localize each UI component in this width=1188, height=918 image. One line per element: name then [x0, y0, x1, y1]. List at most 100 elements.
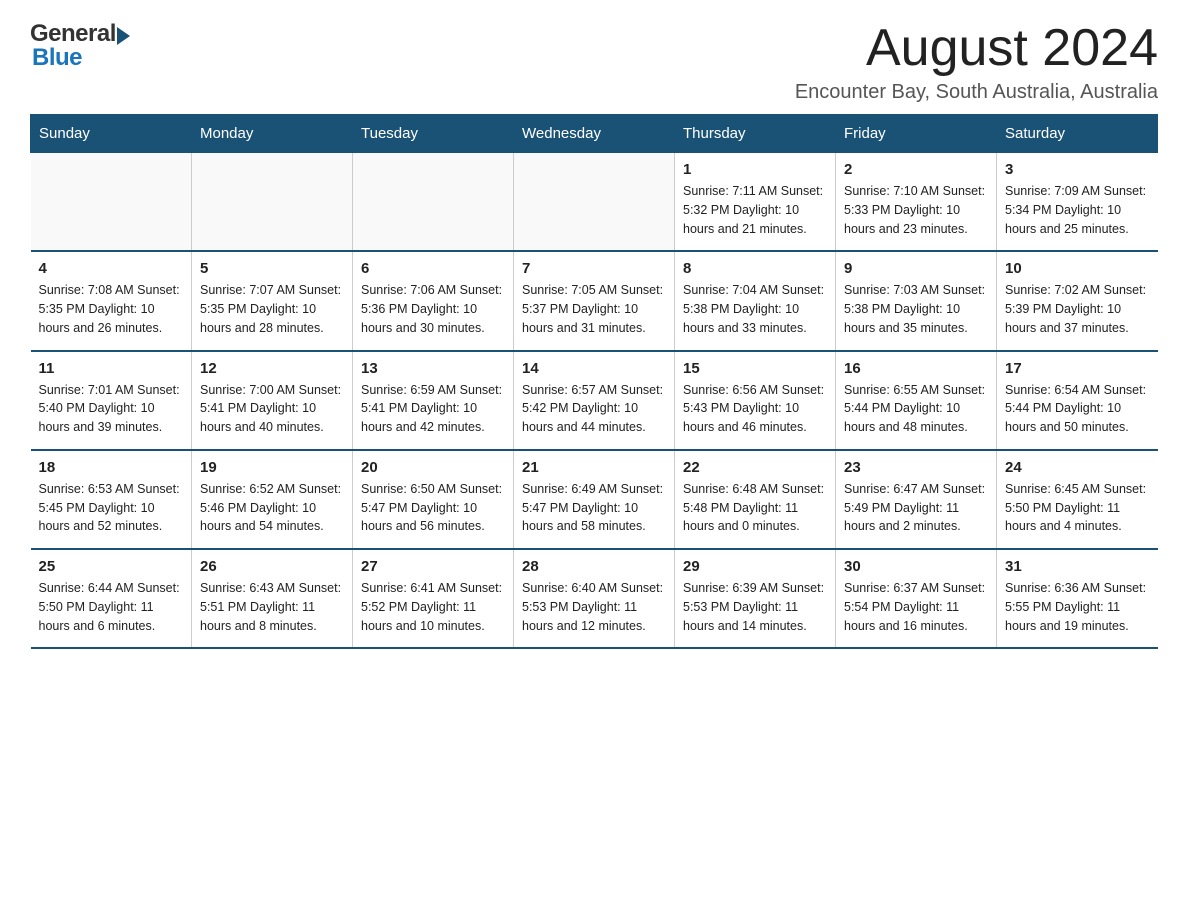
col-header-saturday: Saturday — [997, 115, 1158, 153]
day-number: 29 — [683, 558, 827, 575]
col-header-wednesday: Wednesday — [514, 115, 675, 153]
day-number: 21 — [522, 459, 666, 476]
day-number: 15 — [683, 360, 827, 377]
calendar-cell: 1Sunrise: 7:11 AM Sunset: 5:32 PM Daylig… — [675, 153, 836, 252]
day-info: Sunrise: 6:59 AM Sunset: 5:41 PM Dayligh… — [361, 381, 505, 437]
day-number: 7 — [522, 260, 666, 277]
day-info: Sunrise: 6:52 AM Sunset: 5:46 PM Dayligh… — [200, 480, 344, 536]
day-number: 5 — [200, 260, 344, 277]
col-header-sunday: Sunday — [31, 115, 192, 153]
day-info: Sunrise: 6:55 AM Sunset: 5:44 PM Dayligh… — [844, 381, 988, 437]
day-number: 11 — [39, 360, 184, 377]
day-info: Sunrise: 7:10 AM Sunset: 5:33 PM Dayligh… — [844, 182, 988, 238]
calendar-cell: 26 Sunrise: 6:43 AM Sunset: 5:51 PM Dayli… — [192, 549, 353, 648]
title-area: August 2024 Encounter Bay, South Austral… — [795, 20, 1158, 104]
day-number: 18 — [39, 459, 184, 476]
day-number: 25 — [39, 558, 184, 575]
day-info: Sunrise: 6:41 AM Sunset: 5:52 PM Dayligh… — [361, 579, 505, 635]
day-info: Sunrise: 7:03 AM Sunset: 5:38 PM Dayligh… — [844, 281, 988, 337]
calendar-week-row: 18 Sunrise: 6:53 AM Sunset: 5:45 PM Dayli… — [31, 450, 1158, 549]
day-number: 16 — [844, 360, 988, 377]
calendar-cell — [514, 153, 675, 252]
month-title: August 2024 — [795, 20, 1158, 77]
col-header-thursday: Thursday — [675, 115, 836, 153]
calendar-cell: 14 Sunrise: 6:57 AM Sunset: 5:42 PM Dayli… — [514, 351, 675, 450]
calendar-cell — [192, 153, 353, 252]
col-header-friday: Friday — [836, 115, 997, 153]
calendar-cell: 27 Sunrise: 6:41 AM Sunset: 5:52 PM Dayli… — [353, 549, 514, 648]
day-info: Sunrise: 7:05 AM Sunset: 5:37 PM Dayligh… — [522, 281, 666, 337]
day-number: 9 — [844, 260, 988, 277]
day-info: Sunrise: 6:49 AM Sunset: 5:47 PM Dayligh… — [522, 480, 666, 536]
calendar-week-row: 4 Sunrise: 7:08 AM Sunset: 5:35 PM Daylig… — [31, 251, 1158, 350]
calendar-cell: 10Sunrise: 7:02 AM Sunset: 5:39 PM Dayli… — [997, 251, 1158, 350]
day-info: Sunrise: 6:43 AM Sunset: 5:51 PM Dayligh… — [200, 579, 344, 635]
day-number: 4 — [39, 260, 184, 277]
calendar-cell: 25 Sunrise: 6:44 AM Sunset: 5:50 PM Dayli… — [31, 549, 192, 648]
day-info: Sunrise: 7:08 AM Sunset: 5:35 PM Dayligh… — [39, 281, 184, 337]
calendar-cell: 13 Sunrise: 6:59 AM Sunset: 5:41 PM Dayli… — [353, 351, 514, 450]
day-number: 24 — [1005, 459, 1150, 476]
calendar-cell: 11Sunrise: 7:01 AM Sunset: 5:40 PM Dayli… — [31, 351, 192, 450]
calendar-cell: 19 Sunrise: 6:52 AM Sunset: 5:46 PM Dayli… — [192, 450, 353, 549]
col-header-tuesday: Tuesday — [353, 115, 514, 153]
day-number: 27 — [361, 558, 505, 575]
day-number: 14 — [522, 360, 666, 377]
day-info: Sunrise: 6:57 AM Sunset: 5:42 PM Dayligh… — [522, 381, 666, 437]
day-info: Sunrise: 6:48 AM Sunset: 5:48 PM Dayligh… — [683, 480, 827, 536]
day-number: 28 — [522, 558, 666, 575]
calendar-cell: 2 Sunrise: 7:10 AM Sunset: 5:33 PM Daylig… — [836, 153, 997, 252]
day-number: 22 — [683, 459, 827, 476]
calendar-week-row: 11Sunrise: 7:01 AM Sunset: 5:40 PM Dayli… — [31, 351, 1158, 450]
calendar-week-row: 1Sunrise: 7:11 AM Sunset: 5:32 PM Daylig… — [31, 153, 1158, 252]
location-title: Encounter Bay, South Australia, Australi… — [795, 81, 1158, 104]
calendar-header-row: SundayMondayTuesdayWednesdayThursdayFrid… — [31, 115, 1158, 153]
day-number: 12 — [200, 360, 344, 377]
logo: General Blue — [30, 20, 130, 72]
day-info: Sunrise: 7:02 AM Sunset: 5:39 PM Dayligh… — [1005, 281, 1150, 337]
calendar-cell: 3Sunrise: 7:09 AM Sunset: 5:34 PM Daylig… — [997, 153, 1158, 252]
day-info: Sunrise: 6:47 AM Sunset: 5:49 PM Dayligh… — [844, 480, 988, 536]
day-number: 19 — [200, 459, 344, 476]
day-info: Sunrise: 7:00 AM Sunset: 5:41 PM Dayligh… — [200, 381, 344, 437]
day-info: Sunrise: 6:50 AM Sunset: 5:47 PM Dayligh… — [361, 480, 505, 536]
calendar-cell: 16 Sunrise: 6:55 AM Sunset: 5:44 PM Dayli… — [836, 351, 997, 450]
day-number: 13 — [361, 360, 505, 377]
calendar-cell: 21 Sunrise: 6:49 AM Sunset: 5:47 PM Dayli… — [514, 450, 675, 549]
logo-chevron-icon — [117, 27, 130, 45]
calendar-cell: 7 Sunrise: 7:05 AM Sunset: 5:37 PM Daylig… — [514, 251, 675, 350]
calendar-cell: 12 Sunrise: 7:00 AM Sunset: 5:41 PM Dayli… — [192, 351, 353, 450]
calendar-cell: 9 Sunrise: 7:03 AM Sunset: 5:38 PM Daylig… — [836, 251, 997, 350]
day-info: Sunrise: 7:09 AM Sunset: 5:34 PM Dayligh… — [1005, 182, 1150, 238]
calendar-cell — [353, 153, 514, 252]
calendar-cell: 15 Sunrise: 6:56 AM Sunset: 5:43 PM Dayli… — [675, 351, 836, 450]
day-info: Sunrise: 7:04 AM Sunset: 5:38 PM Dayligh… — [683, 281, 827, 337]
day-info: Sunrise: 6:54 AM Sunset: 5:44 PM Dayligh… — [1005, 381, 1150, 437]
day-info: Sunrise: 7:11 AM Sunset: 5:32 PM Dayligh… — [683, 182, 827, 238]
day-number: 26 — [200, 558, 344, 575]
day-number: 2 — [844, 161, 988, 178]
calendar-cell: 23Sunrise: 6:47 AM Sunset: 5:49 PM Dayli… — [836, 450, 997, 549]
day-info: Sunrise: 6:53 AM Sunset: 5:45 PM Dayligh… — [39, 480, 184, 536]
day-number: 31 — [1005, 558, 1150, 575]
day-info: Sunrise: 6:36 AM Sunset: 5:55 PM Dayligh… — [1005, 579, 1150, 635]
day-info: Sunrise: 7:07 AM Sunset: 5:35 PM Dayligh… — [200, 281, 344, 337]
calendar-week-row: 25 Sunrise: 6:44 AM Sunset: 5:50 PM Dayli… — [31, 549, 1158, 648]
col-header-monday: Monday — [192, 115, 353, 153]
calendar-table: SundayMondayTuesdayWednesdayThursdayFrid… — [30, 114, 1158, 649]
day-info: Sunrise: 6:40 AM Sunset: 5:53 PM Dayligh… — [522, 579, 666, 635]
day-number: 8 — [683, 260, 827, 277]
header: General Blue August 2024 Encounter Bay, … — [30, 20, 1158, 104]
day-info: Sunrise: 6:56 AM Sunset: 5:43 PM Dayligh… — [683, 381, 827, 437]
calendar-cell: 30Sunrise: 6:37 AM Sunset: 5:54 PM Dayli… — [836, 549, 997, 648]
calendar-cell: 29Sunrise: 6:39 AM Sunset: 5:53 PM Dayli… — [675, 549, 836, 648]
calendar-cell: 6Sunrise: 7:06 AM Sunset: 5:36 PM Daylig… — [353, 251, 514, 350]
calendar-cell: 17Sunrise: 6:54 AM Sunset: 5:44 PM Dayli… — [997, 351, 1158, 450]
day-info: Sunrise: 6:37 AM Sunset: 5:54 PM Dayligh… — [844, 579, 988, 635]
calendar-cell: 24Sunrise: 6:45 AM Sunset: 5:50 PM Dayli… — [997, 450, 1158, 549]
day-info: Sunrise: 6:44 AM Sunset: 5:50 PM Dayligh… — [39, 579, 184, 635]
day-info: Sunrise: 7:06 AM Sunset: 5:36 PM Dayligh… — [361, 281, 505, 337]
calendar-cell: 5 Sunrise: 7:07 AM Sunset: 5:35 PM Daylig… — [192, 251, 353, 350]
calendar-cell: 18 Sunrise: 6:53 AM Sunset: 5:45 PM Dayli… — [31, 450, 192, 549]
calendar-cell: 8 Sunrise: 7:04 AM Sunset: 5:38 PM Daylig… — [675, 251, 836, 350]
